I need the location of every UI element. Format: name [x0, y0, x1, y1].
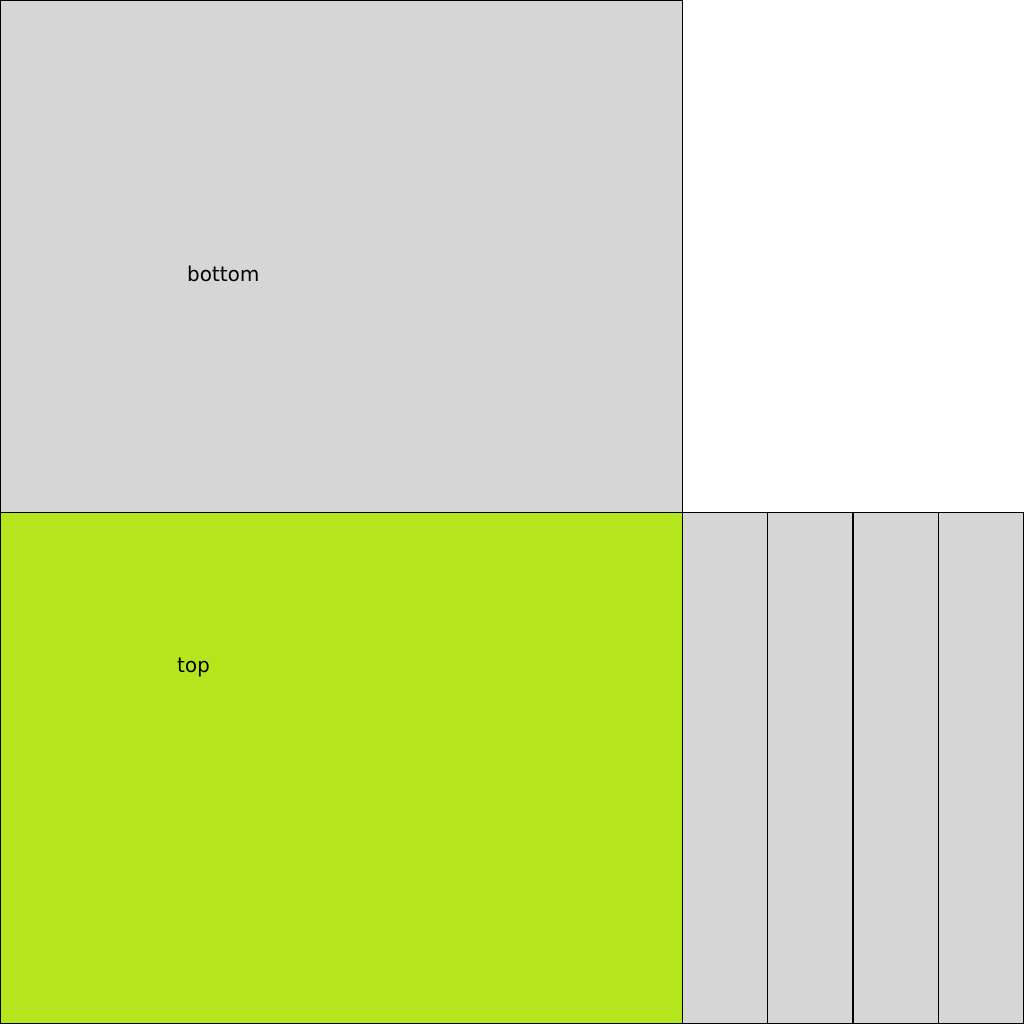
top-panel[interactable] — [0, 512, 683, 1024]
side-strip-2[interactable] — [767, 512, 853, 1024]
layout-canvas: bottom top — [0, 0, 1024, 1024]
bottom-panel[interactable] — [0, 0, 683, 513]
bottom-panel-label: bottom — [187, 262, 260, 286]
top-panel-label: top — [177, 653, 210, 677]
side-strip-1[interactable] — [682, 512, 768, 1024]
side-strip-4[interactable] — [938, 512, 1024, 1024]
side-strip-3[interactable] — [853, 512, 939, 1024]
